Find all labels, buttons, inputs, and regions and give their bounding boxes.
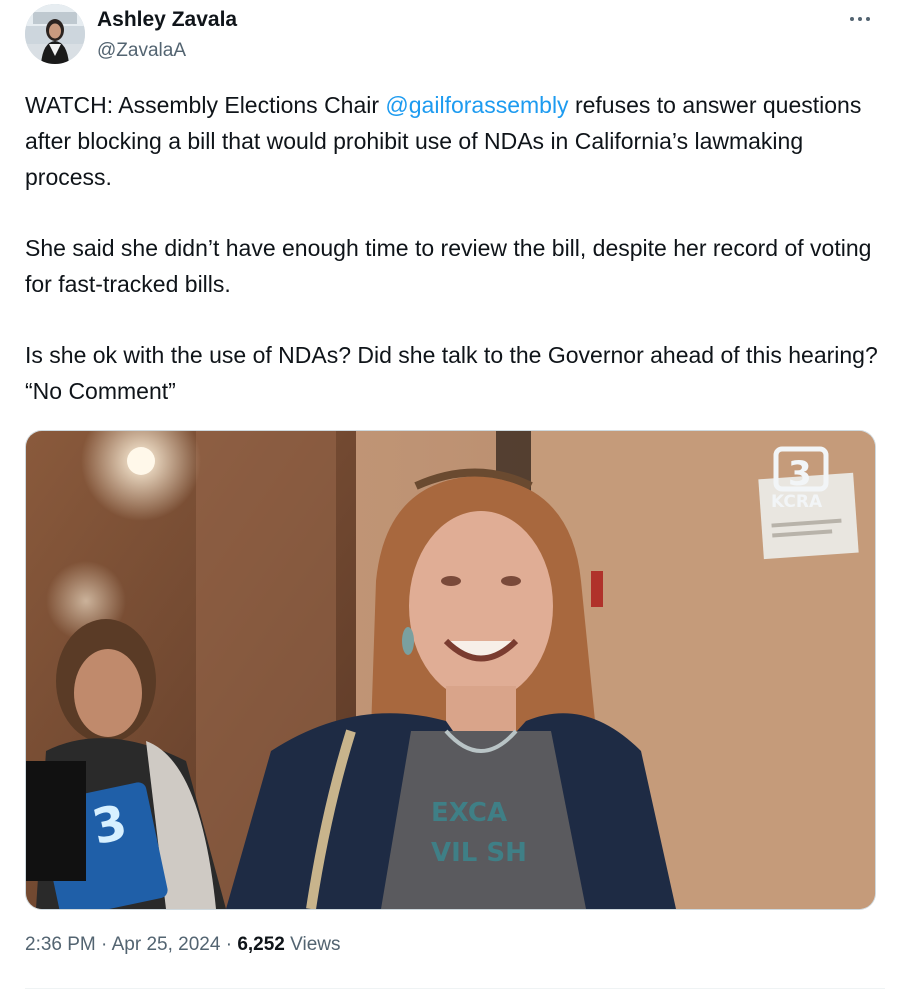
tweet-text: WATCH: Assembly Elections Chair @gailfor…	[25, 87, 885, 409]
author-handle[interactable]: @ZavalaA	[97, 40, 186, 62]
avatar[interactable]	[25, 4, 85, 64]
views-label: Views	[284, 934, 341, 955]
more-horizontal-icon	[866, 17, 870, 21]
tweet-paragraph-3: Is she ok with the use of NDAs? Did she …	[25, 342, 878, 404]
tweet-time[interactable]: 2:36 PM	[25, 934, 96, 955]
video-player[interactable]: 3 EXCA VIL SH 3 KCRA	[25, 430, 876, 910]
meta-separator: ·	[220, 934, 238, 955]
shirt-text-2: VIL SH	[431, 838, 527, 868]
meta-separator: ·	[95, 934, 112, 955]
tweet-paragraph-2: She said she didn’t have enough time to …	[25, 235, 872, 297]
views-count: 6,252	[237, 934, 285, 955]
tweet-date[interactable]: Apr 25, 2024	[112, 934, 221, 955]
tweet: Ashley Zavala @ZavalaA WATCH: Assembly E…	[0, 0, 922, 1008]
mention-link[interactable]: @gailforassembly	[385, 92, 568, 118]
tweet-text-segment: WATCH: Assembly Elections Chair	[25, 92, 386, 118]
divider	[25, 988, 885, 989]
tweet-paragraph-1: WATCH: Assembly Elections Chair @gailfor…	[25, 87, 885, 195]
tweet-metadata: 2:36 PM · Apr 25, 2024 · 6,252 Views	[25, 934, 340, 956]
kcra-logo-number: 3	[788, 454, 812, 494]
more-horizontal-icon	[850, 17, 854, 21]
more-horizontal-icon	[858, 17, 862, 21]
avatar-image	[25, 4, 85, 64]
shirt-text-1: EXCA	[431, 798, 507, 828]
kcra-logo-text: KCRA	[771, 492, 823, 512]
more-button[interactable]	[836, 4, 884, 34]
author-name[interactable]: Ashley Zavala	[97, 8, 237, 32]
video-thumbnail: 3 EXCA VIL SH 3 KCRA	[26, 431, 875, 909]
